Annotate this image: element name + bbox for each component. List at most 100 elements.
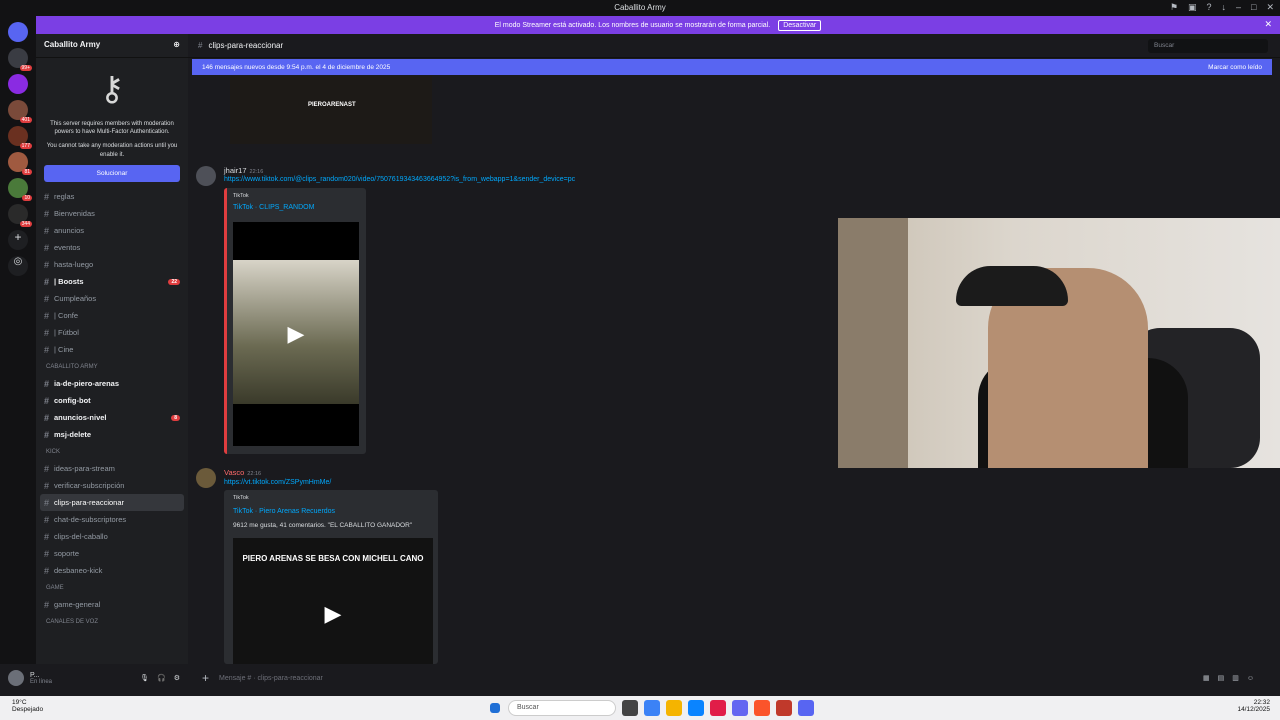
minimize-icon[interactable]: – — [1236, 2, 1241, 13]
channel-boosts[interactable]: # | Boosts 22 — [36, 273, 188, 290]
channel-verificar-subscripci-n[interactable]: # verificar-subscripción — [36, 477, 188, 494]
category-voice[interactable]: CANALES DE VOZ — [36, 613, 188, 630]
channel-chat-de-subscriptores[interactable]: # chat-de-subscriptores — [36, 511, 188, 528]
mfa-notice: ⚷ This server requires members with mode… — [36, 58, 188, 188]
explore-icon[interactable]: ◎ — [8, 256, 28, 276]
channel-label: soporte — [54, 549, 80, 559]
server-icon[interactable]: 177 — [8, 126, 32, 149]
channel-cumplea-os[interactable]: # Cumpleaños — [36, 290, 188, 307]
channel-hasta-luego[interactable]: # hasta-luego — [36, 256, 188, 273]
teams-icon[interactable] — [732, 700, 748, 716]
channel-anuncios-nivel[interactable]: # anuncios-nivel 8 — [36, 409, 188, 426]
close-icon[interactable]: ✕ — [1266, 2, 1274, 13]
hash-icon: # — [44, 327, 50, 338]
channel-label: | Confe — [54, 311, 79, 321]
hash-icon: # — [44, 497, 50, 508]
inbox-icon[interactable]: ▣ — [1188, 2, 1197, 13]
category-game[interactable]: GAME — [36, 579, 188, 596]
channel-label: ideas-para-stream — [54, 464, 115, 474]
server-icon[interactable]: 99+ — [8, 48, 32, 71]
channel-game-general[interactable]: # game-general — [36, 596, 188, 613]
explorer-icon[interactable] — [666, 700, 682, 716]
new-messages-bar[interactable]: 146 mensajes nuevos desde 9:54 p.m. el 4… — [192, 59, 1272, 75]
brave-icon[interactable] — [754, 700, 770, 716]
server-icon[interactable]: 81 — [8, 152, 32, 175]
category-caballito-army[interactable]: CABALLITO ARMY — [36, 358, 188, 375]
server-icon[interactable] — [8, 74, 28, 94]
hash-icon: # — [44, 344, 50, 355]
mic-icon[interactable]: 🎙 — [140, 674, 149, 682]
channel-soporte[interactable]: # soporte — [36, 545, 188, 562]
message-link[interactable]: https://vt.tiktok.com/ZSPymHmMe/ — [224, 479, 331, 486]
embed-video[interactable]: PIERO ARENAS SE BESA CON MICHELL CANO ▶ — [233, 538, 433, 664]
channel-msj-delete[interactable]: # msj-delete — [36, 426, 188, 443]
app-icon[interactable] — [710, 700, 726, 716]
avatar[interactable] — [196, 468, 216, 488]
discord-icon[interactable] — [798, 700, 814, 716]
start-icon[interactable] — [490, 703, 500, 713]
clock-date: 14/12/2025 — [1237, 706, 1270, 713]
avatar[interactable] — [8, 670, 24, 686]
flag-icon[interactable]: ⚑ — [1170, 2, 1178, 13]
obs-icon[interactable] — [776, 700, 792, 716]
channel-f-tbol[interactable]: # | Fútbol — [36, 324, 188, 341]
channel-reglas[interactable]: # reglas — [36, 188, 188, 205]
webcam-overlay — [838, 218, 1280, 468]
composer-tools-icon[interactable]: ▦▤▥☺ — [1203, 674, 1262, 682]
play-icon[interactable]: ▶ — [288, 321, 305, 347]
channel-clips-para-reaccionar[interactable]: # clips-para-reaccionar — [40, 494, 184, 512]
embed-title[interactable]: TikTok · CLIPS_RANDOM — [233, 204, 314, 211]
taskbar-search[interactable]: Buscar — [508, 700, 616, 716]
add-server-icon[interactable]: + — [8, 230, 28, 250]
embed-video[interactable]: ▶ — [233, 222, 359, 446]
hash-icon: # — [44, 276, 50, 287]
embed-title[interactable]: TikTok · Piero Arenas Recuerdos — [233, 508, 335, 515]
channel-desbaneo-kick[interactable]: # desbaneo-kick — [36, 562, 188, 579]
settings-icon[interactable]: ⚙ — [174, 674, 180, 682]
tiktok-embed: TikTok TikTok · Piero Arenas Recuerdos 9… — [224, 490, 438, 664]
previous-attachment[interactable]: PIEROARENAST — [230, 76, 432, 144]
server-icon[interactable]: 344 — [8, 204, 32, 227]
avatar[interactable] — [196, 166, 216, 186]
message-composer[interactable]: + Mensaje # · clips-para-reaccionar ▦▤▥☺ — [192, 668, 1272, 688]
message-author[interactable]: Vasco 22:16 — [224, 468, 261, 477]
disable-streamer-button[interactable]: Desactivar — [778, 19, 822, 31]
channel-bienvenidas[interactable]: # Bienvenidas — [36, 205, 188, 222]
mark-read-button[interactable]: Marcar como leído — [1208, 64, 1262, 71]
add-attachment-icon[interactable]: + — [202, 671, 209, 685]
mail-icon[interactable] — [688, 700, 704, 716]
download-icon[interactable]: ↓ — [1222, 2, 1227, 13]
channel-anuncios[interactable]: # anuncios — [36, 222, 188, 239]
channel-sidebar: Caballito Army ⊕ ⚷ This server requires … — [36, 34, 188, 664]
server-rail: 99+ 401 177 81 10 344 + ◎ — [0, 16, 36, 664]
maximize-icon[interactable]: □ — [1251, 2, 1256, 13]
channel-config-bot[interactable]: # config-bot — [36, 392, 188, 409]
category-kick[interactable]: KICK — [36, 443, 188, 460]
channel-clips-del-caballo[interactable]: # clips-del-caballo — [36, 528, 188, 545]
weather-widget[interactable]: 19°C Despejado — [12, 699, 43, 713]
server-icon[interactable]: 10 — [8, 178, 32, 201]
edge-icon[interactable] — [644, 700, 660, 716]
taskview-icon[interactable] — [622, 700, 638, 716]
clock[interactable]: 22:32 14/12/2025 — [1237, 699, 1270, 713]
streamer-banner-text: El modo Streamer está activado. Los nomb… — [494, 21, 771, 29]
help-icon[interactable]: ? — [1206, 2, 1211, 13]
message-input[interactable]: Mensaje # · clips-para-reaccionar — [219, 675, 323, 682]
server-icon[interactable]: 401 — [8, 100, 32, 123]
message-author[interactable]: jhair17 22:16 — [224, 166, 263, 175]
hash-icon: # — [44, 429, 50, 440]
home-icon[interactable] — [8, 22, 28, 42]
server-name-header[interactable]: Caballito Army ⊕ — [36, 34, 188, 58]
channel-ideas-para-stream[interactable]: # ideas-para-stream — [36, 460, 188, 477]
play-icon[interactable]: ▶ — [325, 601, 342, 627]
channel-cine[interactable]: # | Cine — [36, 341, 188, 358]
solucionar-button[interactable]: Solucionar — [44, 165, 180, 183]
headphones-icon[interactable]: 🎧 — [157, 674, 166, 682]
invite-icon[interactable]: ⊕ — [173, 40, 180, 51]
message-link[interactable]: https://www.tiktok.com/@clips_random020/… — [224, 176, 575, 183]
channel-confe[interactable]: # | Confe — [36, 307, 188, 324]
channel-eventos[interactable]: # eventos — [36, 239, 188, 256]
search-input[interactable]: Buscar — [1148, 39, 1268, 53]
close-banner-icon[interactable]: ✕ — [1264, 19, 1272, 30]
channel-ia-de-piero-arenas[interactable]: # ia-de-piero-arenas — [36, 375, 188, 392]
